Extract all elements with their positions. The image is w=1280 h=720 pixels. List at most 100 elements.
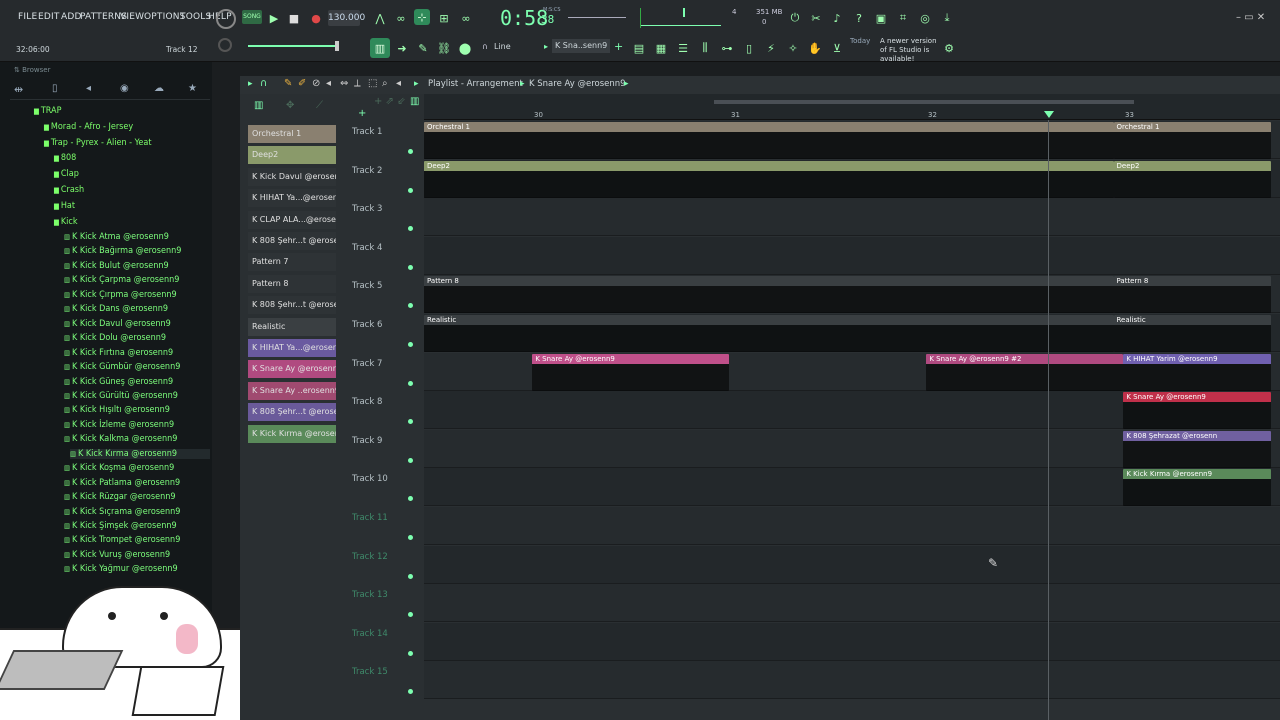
picker-pattern[interactable]: K 808 Şehr...t @erosenn (248, 403, 336, 422)
picker-pattern-icon[interactable]: ▥ (254, 100, 263, 111)
playlist-clip[interactable]: Realistic (424, 315, 1114, 352)
select-tool-icon[interactable]: ⬚ (368, 78, 377, 89)
tracks-menu-icon[interactable]: + ⇗ ⇙ (374, 96, 406, 107)
wand-icon[interactable]: ✧ (785, 40, 801, 56)
browser-folder[interactable]: ▆ Crash (54, 185, 84, 195)
picker-auto-icon[interactable]: ⟋ (316, 100, 323, 111)
browser-file[interactable]: ▥ K Kick Çarpma @erosenn9 (64, 275, 179, 285)
picker-pattern[interactable]: K 808 Şehr...t @erosenn (248, 232, 336, 250)
delete-tool-icon[interactable]: ⊘ (312, 78, 320, 89)
clipboard-icon[interactable]: ▯ (741, 40, 757, 56)
picker-pattern[interactable]: Orchestral 1 (248, 125, 336, 143)
add-pattern-icon[interactable]: + (614, 40, 623, 53)
browser-folder[interactable]: ▆ Clap (54, 169, 79, 179)
playhead-marker[interactable] (1044, 111, 1054, 118)
browser-file[interactable]: ▥ K Kick Koşma @erosenn9 (64, 463, 174, 473)
news-text[interactable]: A newer version of FL Studio is availabl… (850, 37, 940, 64)
browser-star-icon[interactable]: ★ (188, 83, 197, 94)
playlist-clip[interactable]: K 808 Şehrazat @erosenn (1123, 430, 1272, 468)
picker-pattern[interactable]: K Kick Davul @erosenn9 (248, 167, 336, 186)
pattern-selector[interactable]: K Sna..senn9 (552, 39, 610, 53)
browser-file[interactable]: ▥ K Kick Kalkma @erosenn9 (64, 434, 177, 444)
track-lane[interactable] (424, 545, 1280, 584)
picker-pattern[interactable]: K 808 Şehr...t @erosenn (248, 296, 336, 315)
browser-file[interactable]: ▥ K Kick Yağmur @erosenn9 (64, 564, 178, 574)
track-lane[interactable] (424, 236, 1280, 275)
browser-all-icon[interactable]: ⇹ (14, 83, 23, 96)
playback-tool-icon[interactable]: ◂ (396, 78, 401, 89)
browser-folder[interactable]: ▆ TRAP (34, 106, 61, 116)
snap-selector[interactable]: Line (494, 42, 511, 51)
picker-pattern[interactable]: K Snare Ay ..erosenn9 #2 (248, 381, 336, 400)
browser-file[interactable]: ▥ K Kick Fırtına @erosenn9 (64, 348, 173, 358)
browser-speaker-icon[interactable]: ◂ (86, 83, 91, 94)
mute-tool-icon[interactable]: ◂ (326, 78, 331, 89)
browser-file[interactable]: ▥ K Kick Atma @erosenn9 (64, 232, 169, 242)
browser-file[interactable]: ▥ K Kick Dolu @erosenn9 (64, 333, 166, 343)
track-label[interactable]: Track 2 (352, 166, 382, 176)
stop-icon[interactable]: ■ (286, 10, 302, 26)
picker-pattern[interactable]: K HIHAT Ya...@erosenn9 (248, 339, 336, 357)
playlist-pattern-crumb[interactable]: K Snare Ay @erosenn9 (529, 79, 626, 89)
track-label[interactable]: Track 4 (352, 243, 382, 253)
cart-icon[interactable]: ⊻ (829, 40, 845, 56)
track-mode-icon[interactable]: ▥ (410, 96, 419, 107)
track-mute-led[interactable] (408, 612, 413, 618)
tools-icon[interactable]: ✂ (808, 10, 824, 26)
track-mute-led[interactable] (408, 457, 413, 463)
add-track-icon[interactable]: + (358, 108, 366, 119)
track-lane[interactable] (424, 622, 1280, 661)
track-mute-led[interactable] (408, 303, 413, 309)
browser-folder[interactable]: ▆ Hat (54, 201, 75, 211)
browser-file[interactable]: ▥ K Kick Rüzgar @erosenn9 (64, 492, 176, 502)
play-icon[interactable]: ▶ (266, 10, 282, 26)
track-mute-led[interactable] (408, 650, 413, 656)
picker-pattern[interactable]: Realistic (248, 317, 336, 336)
track-lane[interactable] (424, 507, 1280, 545)
track-mute-led[interactable] (408, 573, 413, 579)
track-mute-led[interactable] (408, 264, 413, 270)
track-label[interactable]: Track 11 (352, 513, 388, 523)
master-pitch-line[interactable] (568, 17, 626, 18)
timeline-ruler[interactable]: 30 31 32 33 (424, 94, 1280, 120)
channel-rack-icon[interactable]: ☰ (675, 40, 691, 56)
touch-icon[interactable]: ✋ (807, 40, 823, 56)
menu-file[interactable]: FILE (18, 12, 37, 22)
browser-folder[interactable]: ▆ Morad - Afro - Jersey (44, 122, 133, 132)
track-label[interactable]: Track 1 (352, 127, 382, 137)
playlist-clip[interactable]: Deep2 (1113, 160, 1272, 198)
browser-folder[interactable]: ▆ 808 (54, 153, 76, 163)
pattern-song-knob[interactable] (216, 9, 236, 29)
track-lane[interactable] (424, 198, 1280, 237)
track-label[interactable]: Track 7 (352, 359, 382, 369)
picker-pattern[interactable]: Pattern 8 (248, 274, 336, 293)
browser-file[interactable]: ▥ K Kick İzleme @erosenn9 (64, 420, 174, 430)
track-label[interactable]: Track 8 (352, 397, 382, 407)
picker-pattern[interactable]: K HIHAT Ya...@erosenn9 (248, 189, 336, 208)
playlist-nav-icon[interactable]: ▸ (414, 79, 419, 89)
browser-file[interactable]: ▥ K Kick Güneş @erosenn9 (64, 377, 173, 387)
track-lane[interactable] (424, 584, 1280, 623)
menu-tools[interactable]: TOOLS (180, 12, 211, 22)
playlist-clip[interactable]: K Snare Ay @erosenn9 #2 (926, 353, 1124, 391)
menu-add[interactable]: ADD (61, 12, 82, 22)
piano-roll-icon[interactable]: ▦ (653, 40, 669, 56)
track-mute-led[interactable] (408, 535, 413, 540)
wait-icon[interactable]: ∞ (393, 10, 409, 26)
playlist-clip[interactable]: Orchestral 1 (424, 122, 1114, 159)
picker-pattern[interactable]: Pattern 7 (248, 253, 336, 272)
menu-edit[interactable]: EDIT (38, 12, 60, 22)
news-gear-icon[interactable]: ⚙ (941, 40, 957, 56)
pattern-prev-icon[interactable]: ▸ (544, 42, 548, 51)
playlist-clip[interactable]: Realistic (1113, 315, 1272, 352)
track-label[interactable]: Track 13 (352, 590, 388, 600)
track-label[interactable]: Track 5 (352, 281, 382, 291)
plug-icon[interactable]: ⚡ (763, 40, 779, 56)
browser-file[interactable]: ▥ K Kick Bulut @erosenn9 (64, 261, 169, 271)
browser-file[interactable]: ▥ K Kick Trompet @erosenn9 (64, 535, 180, 545)
browser-file[interactable]: ▥ K Kick Dans @erosenn9 (64, 304, 168, 314)
track-label[interactable]: Track 9 (352, 436, 382, 446)
mixer-icon[interactable]: ⫼ (697, 40, 713, 56)
playlist-menu-icon[interactable]: ▸ (248, 79, 253, 89)
stamp-icon[interactable]: ⬤ (457, 40, 473, 56)
